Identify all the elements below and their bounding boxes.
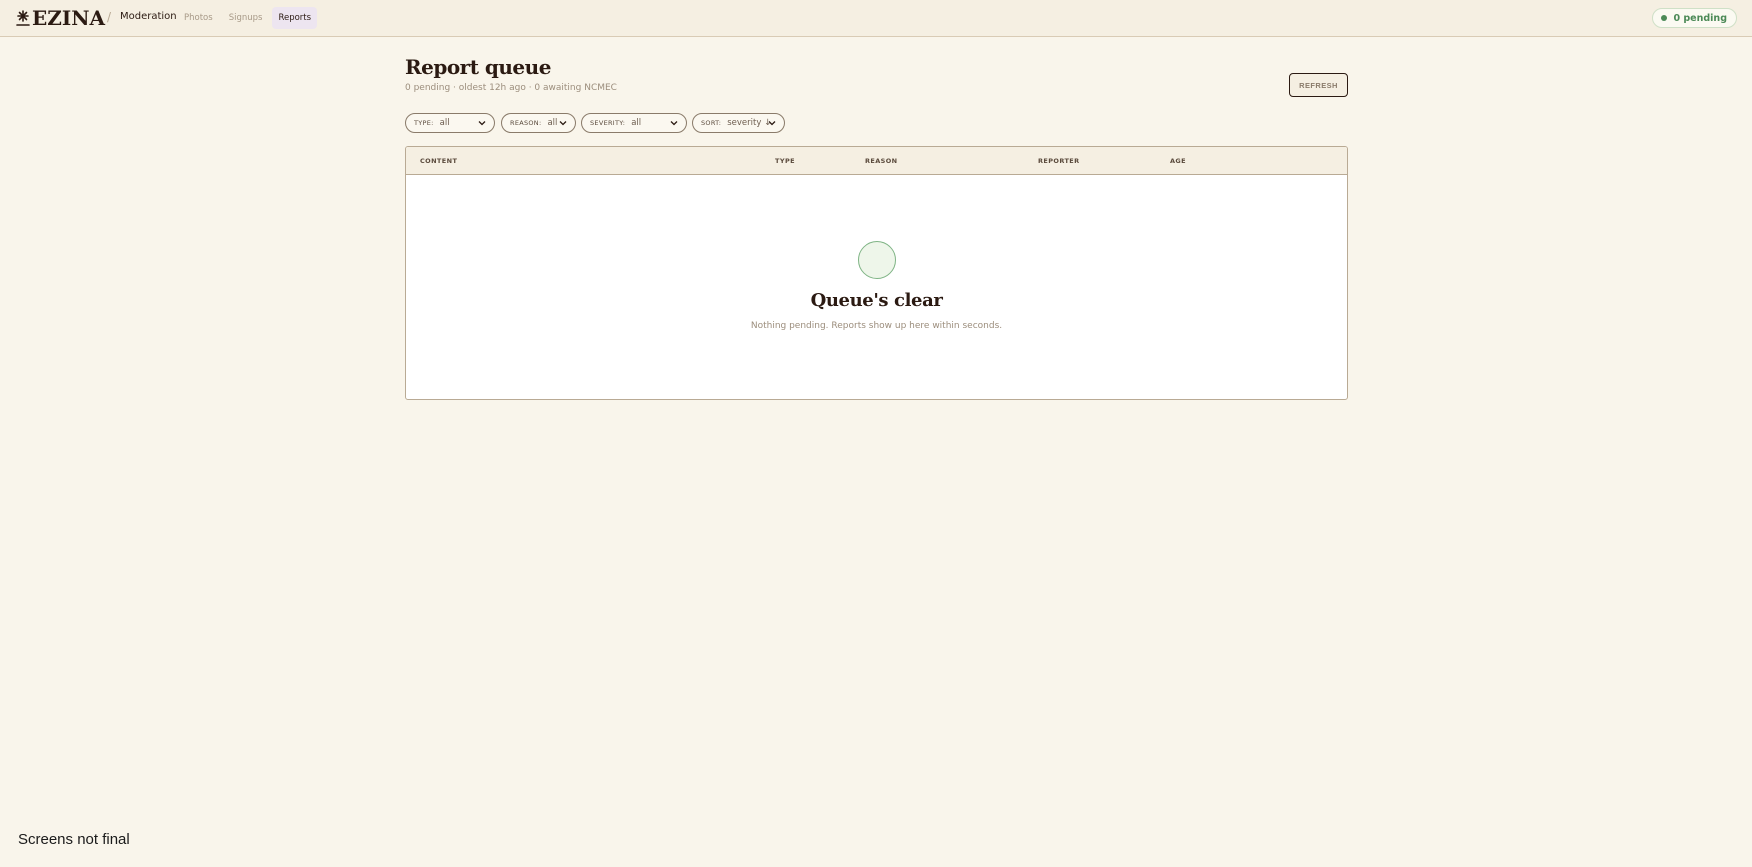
filter-type-value: all bbox=[439, 118, 450, 128]
filter-sort-value: severity ↓ bbox=[727, 118, 772, 128]
sparkle-logo-icon bbox=[16, 10, 30, 26]
breadcrumb-separator: / bbox=[107, 10, 112, 24]
pending-badge-label: 0 pending bbox=[1673, 12, 1727, 24]
table-header: CONTENT TYPE REASON REPORTER AGE bbox=[406, 147, 1347, 175]
chevron-down-icon bbox=[670, 121, 678, 126]
chevron-down-icon bbox=[768, 121, 776, 126]
filter-sort-key: SORT: bbox=[701, 119, 722, 127]
tab-photos[interactable]: Photos bbox=[178, 7, 219, 29]
empty-state-title: Queue's clear bbox=[810, 290, 943, 311]
column-header-type[interactable]: TYPE bbox=[775, 157, 795, 165]
column-header-reporter[interactable]: REPORTER bbox=[1038, 157, 1080, 165]
chevron-down-icon bbox=[478, 121, 486, 126]
status-dot-icon bbox=[1661, 15, 1668, 21]
chevron-down-icon bbox=[559, 121, 567, 126]
pending-badge[interactable]: 0 pending bbox=[1652, 8, 1737, 28]
tab-signups[interactable]: Signups bbox=[223, 7, 269, 29]
footer-note: Screens not final bbox=[18, 831, 130, 848]
filter-reason-value: all bbox=[547, 118, 558, 128]
nav-tabs: Photos Signups Reports bbox=[178, 7, 318, 29]
filter-type-select[interactable]: TYPE: all bbox=[405, 113, 495, 133]
page-title: Report queue bbox=[405, 55, 551, 79]
refresh-button[interactable]: REFRESH bbox=[1289, 73, 1348, 97]
filter-reason-select[interactable]: REASON: all bbox=[501, 113, 576, 133]
tab-reports[interactable]: Reports bbox=[272, 7, 318, 29]
column-header-reason[interactable]: REASON bbox=[865, 157, 898, 165]
filter-reason-key: REASON: bbox=[510, 119, 542, 127]
filter-sort-select[interactable]: SORT: severity ↓ bbox=[692, 113, 785, 133]
filter-type-key: TYPE: bbox=[414, 119, 434, 127]
reports-table: CONTENT TYPE REASON REPORTER AGE Queue's… bbox=[405, 146, 1348, 400]
logo[interactable]: EZINA bbox=[16, 7, 105, 29]
filter-severity-select[interactable]: SEVERITY: all bbox=[581, 113, 687, 133]
top-bar: EZINA / Moderation Photos Signups Report… bbox=[0, 0, 1752, 37]
column-header-age[interactable]: AGE bbox=[1170, 157, 1186, 165]
empty-state-circle-icon bbox=[858, 241, 896, 279]
page-subtitle: 0 pending · oldest 12h ago · 0 awaiting … bbox=[405, 83, 617, 93]
section-title: Moderation bbox=[120, 11, 177, 22]
filter-severity-key: SEVERITY: bbox=[590, 119, 626, 127]
filter-severity-value: all bbox=[631, 118, 642, 128]
logo-text: EZINA bbox=[32, 6, 105, 30]
empty-state-subtitle: Nothing pending. Reports show up here wi… bbox=[750, 321, 1003, 331]
column-header-content[interactable]: CONTENT bbox=[420, 157, 457, 165]
